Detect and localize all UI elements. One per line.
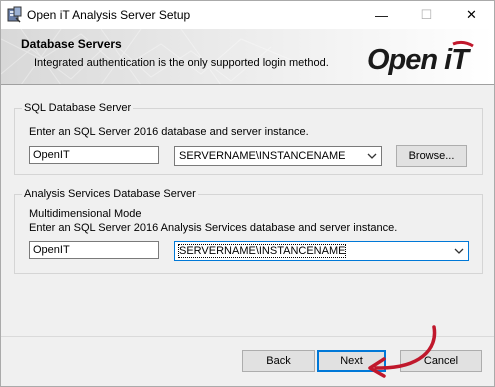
as-instruction: Enter an SQL Server 2016 Analysis Servic… xyxy=(29,222,398,234)
as-database-input[interactable]: OpenIT xyxy=(29,241,159,259)
sql-server-value: SERVERNAME\INSTANCENAME xyxy=(179,150,346,162)
as-server-select[interactable]: SERVERNAME\INSTANCENAME xyxy=(174,241,469,261)
installer-icon xyxy=(7,6,22,23)
sql-instruction: Enter an SQL Server 2016 database and se… xyxy=(29,126,309,138)
title-bar: Open iT Analysis Server Setup — ☐ ✕ xyxy=(1,1,494,29)
analysis-services-group: Analysis Services Database Server xyxy=(14,188,483,274)
setup-window: Open iT Analysis Server Setup — ☐ ✕ Data… xyxy=(0,0,495,387)
sql-database-input[interactable]: OpenIT xyxy=(29,146,159,164)
chevron-down-icon xyxy=(367,153,377,159)
footer-divider xyxy=(1,336,494,337)
sql-server-select[interactable]: SERVERNAME\INSTANCENAME xyxy=(174,146,382,166)
window-title: Open iT Analysis Server Setup xyxy=(27,8,191,22)
as-mode-label: Multidimensional Mode xyxy=(29,208,142,220)
next-button[interactable]: Next xyxy=(317,350,386,372)
chevron-down-icon xyxy=(454,248,464,254)
browse-button[interactable]: Browse... xyxy=(396,145,467,167)
back-button[interactable]: Back xyxy=(242,350,315,372)
header-banner: Database Servers Integrated authenticati… xyxy=(1,29,494,85)
as-group-legend: Analysis Services Database Server xyxy=(22,188,198,200)
logo-text: Open iT xyxy=(367,44,471,76)
as-server-value: SERVERNAME\INSTANCENAME xyxy=(177,244,347,258)
openit-logo: Open iT xyxy=(367,40,474,76)
sql-group-legend: SQL Database Server xyxy=(22,102,134,114)
close-button[interactable]: ✕ xyxy=(449,1,494,29)
page-title: Database Servers xyxy=(21,37,122,51)
cancel-button[interactable]: Cancel xyxy=(400,350,482,372)
page-subtitle: Integrated authentication is the only su… xyxy=(34,57,329,69)
minimize-button[interactable]: — xyxy=(359,1,404,29)
maximize-button[interactable]: ☐ xyxy=(404,1,449,29)
